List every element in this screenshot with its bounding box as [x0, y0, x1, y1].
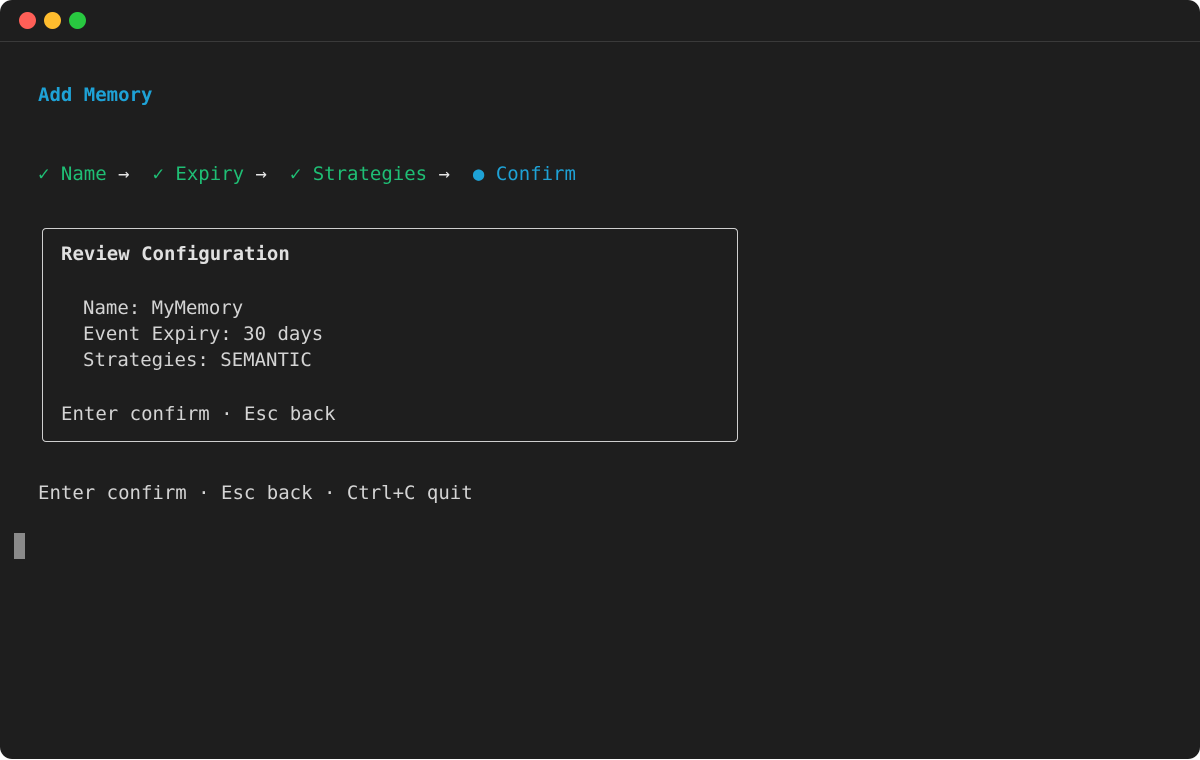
- step-label: Name: [60, 163, 107, 185]
- checkmark-icon: ✓: [289, 163, 302, 185]
- field-key: Name: [83, 297, 129, 319]
- arrow-right-icon: →: [438, 163, 451, 185]
- field-name: Name: MyMemory: [83, 297, 244, 319]
- keybinding-hint: Enter confirm · Esc back · Ctrl+C quit: [38, 482, 473, 504]
- step-progress: ✓ Name → ✓ Expiry → ✓ Strategies → ● Con…: [38, 161, 576, 187]
- field-value: MyMemory: [151, 297, 244, 319]
- minimize-window-button[interactable]: [44, 12, 61, 29]
- arrow-right-icon: →: [255, 163, 267, 185]
- step-label: Confirm: [495, 163, 576, 185]
- field-value: 30 days: [243, 323, 324, 345]
- title-bar: [0, 0, 1200, 42]
- step-confirm: ● Confirm: [473, 163, 576, 185]
- step-name: ✓ Name: [38, 163, 107, 185]
- close-window-button[interactable]: [19, 12, 36, 29]
- step-expiry: ✓ Expiry: [152, 163, 244, 185]
- bullet-icon: ●: [472, 163, 485, 185]
- review-panel: Review Configuration Name: MyMemory Even…: [42, 228, 738, 442]
- field-key: Event Expiry: [83, 323, 221, 345]
- step-strategies: ✓ Strategies: [290, 163, 427, 185]
- arrow-right-icon: →: [118, 163, 130, 185]
- text-cursor: [14, 533, 25, 559]
- field-strategies: Strategies: SEMANTIC: [83, 349, 312, 371]
- review-hint: Enter confirm · Esc back: [61, 403, 336, 425]
- field-event-expiry: Event Expiry: 30 days: [83, 323, 324, 345]
- zoom-window-button[interactable]: [69, 12, 86, 29]
- checkmark-icon: ✓: [38, 163, 50, 185]
- screen-title: Add Memory: [38, 84, 153, 106]
- field-value: SEMANTIC: [220, 349, 312, 371]
- field-key: Strategies: [83, 349, 198, 371]
- review-heading: Review Configuration: [61, 243, 290, 265]
- terminal-window: Add Memory ✓ Name → ✓ Expiry → ✓ Strateg…: [0, 0, 1200, 759]
- checkmark-icon: ✓: [152, 163, 164, 185]
- step-label: Strategies: [312, 163, 428, 185]
- step-label: Expiry: [175, 163, 245, 185]
